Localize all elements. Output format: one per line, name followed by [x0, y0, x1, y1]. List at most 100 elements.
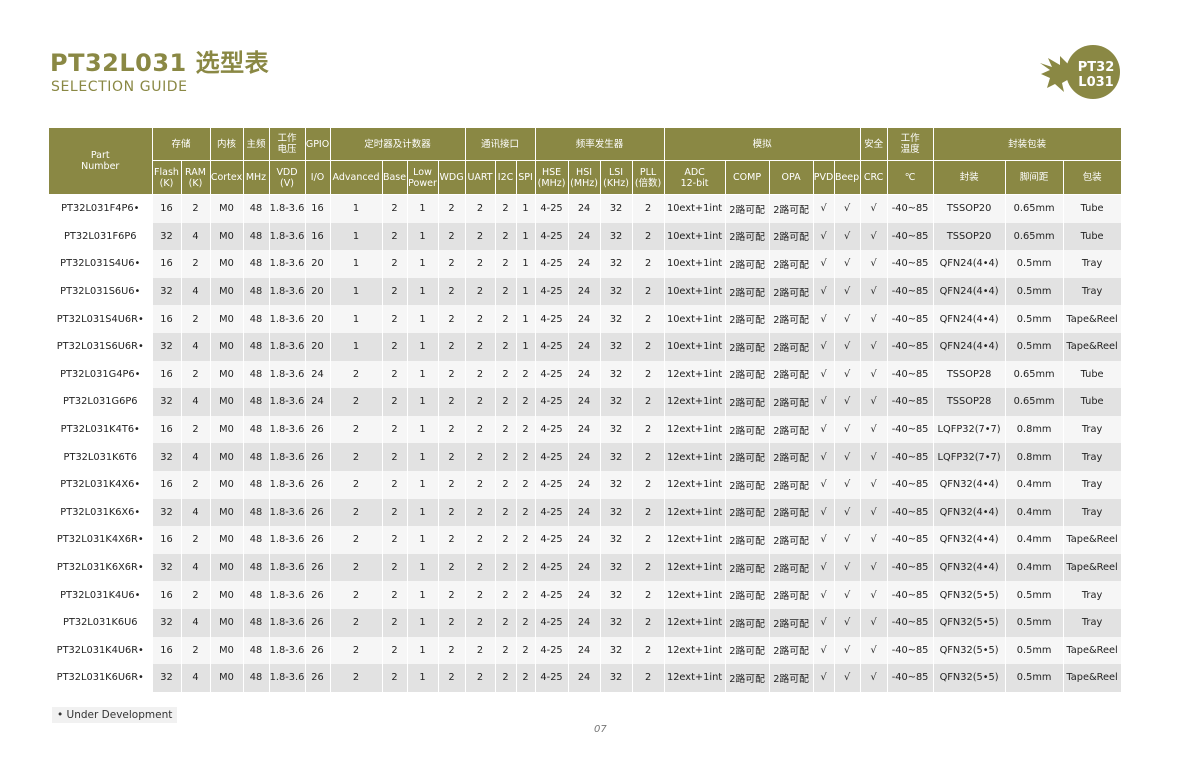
table-cell: √ [834, 581, 861, 609]
table-cell: 1 [407, 388, 439, 416]
table-cell: 32 [600, 194, 633, 223]
column-header-16: PLL (倍数) [632, 160, 665, 195]
table-cell: 2路可配 [725, 277, 770, 306]
table-cell: 2 [465, 360, 496, 389]
table-cell: √ [813, 415, 835, 444]
table-cell: Tray [1063, 470, 1122, 499]
table-cell: 4 [181, 608, 211, 637]
table-cell: √ [860, 194, 888, 223]
table-cell: 10ext+1int [664, 222, 726, 251]
table-cell: 2路可配 [725, 581, 770, 609]
table-cell: 2 [382, 332, 408, 361]
table-cell: 2 [516, 470, 536, 499]
table-cell: 2 [382, 553, 408, 582]
footnote: • Under Development [52, 707, 178, 723]
table-cell: 1.8-3.6 [269, 194, 306, 223]
table-row: PT32L031K4X6R• 16 2 M0 48 1.8-3.6 26 2 2 1 2 2 2 2 4-2… [49, 526, 1122, 554]
table-cell: -40~85 [887, 526, 934, 554]
table-cell: 2 [330, 608, 383, 637]
table-cell: √ [860, 526, 888, 554]
table-cell: 2 [382, 360, 408, 389]
table-cell: 1.8-3.6 [269, 470, 306, 499]
table-cell: M0 [210, 443, 244, 471]
table-cell: 2 [632, 415, 665, 444]
part-number-cell: PT32L031K6X6• [49, 498, 153, 527]
table-cell: 0.5mm [1005, 664, 1064, 692]
table-cell: 16 [152, 581, 182, 609]
table-cell: -40~85 [887, 498, 934, 527]
table-row: PT32L031K6U6 32 4 M0 48 1.8-3.6 26 2 2 1 2 2 2 2 4-25 2… [49, 608, 1122, 637]
table-cell: 2路可配 [769, 415, 814, 444]
table-cell: 0.5mm [1005, 636, 1064, 665]
table-cell: 2路可配 [725, 388, 770, 416]
table-cell: 1.8-3.6 [269, 581, 306, 609]
table-cell: 2路可配 [725, 664, 770, 692]
table-cell: 2 [181, 250, 211, 278]
table-cell: 2 [632, 553, 665, 582]
table-cell: √ [834, 332, 861, 361]
table-cell: 1 [407, 415, 439, 444]
table-cell: √ [860, 608, 888, 637]
table-cell: 2路可配 [725, 553, 770, 582]
table-cell: 4-25 [535, 581, 569, 609]
part-number-cell: PT32L031K6U6R• [49, 664, 153, 692]
table-cell: 4 [181, 553, 211, 582]
table-cell: 2路可配 [725, 194, 770, 223]
table-cell: QFN32(4•4) [933, 553, 1006, 582]
table-cell: 2 [495, 388, 517, 416]
table-cell: 2 [181, 305, 211, 333]
table-cell: 2 [438, 608, 466, 637]
table-cell: QFN24(4•4) [933, 332, 1006, 361]
table-cell: √ [834, 664, 861, 692]
table-cell: 2路可配 [725, 305, 770, 333]
table-cell: Tape&Reel [1063, 553, 1122, 582]
table-cell: 4-25 [535, 415, 569, 444]
table-cell: 2 [438, 332, 466, 361]
table-cell: 2 [438, 194, 466, 223]
table-cell: √ [860, 332, 888, 361]
table-cell: 32 [600, 277, 633, 306]
table-cell: 1 [407, 250, 439, 278]
table-cell: LQFP32(7•7) [933, 443, 1006, 471]
table-cell: -40~85 [887, 443, 934, 471]
table-cell: 1 [407, 498, 439, 527]
table-row: PT32L031G6P6 32 4 M0 48 1.8-3.6 24 2 2 1 2 2 2 2 4-25 2… [49, 388, 1122, 416]
table-header-groups: Part Number 存储 内核 主频 工作 电压 GPIO 定时器及计数器 通讯接口 频率发… [49, 128, 1122, 195]
table-cell: √ [834, 388, 861, 416]
column-header-7: Base [382, 160, 408, 195]
table-cell: 4-25 [535, 498, 569, 527]
table-cell: 2 [438, 581, 466, 609]
table-cell: 2 [632, 194, 665, 223]
table-cell: 10ext+1int [664, 305, 726, 333]
table-cell: 32 [152, 277, 182, 306]
table-row: PT32L031S4U6R• 16 2 M0 48 1.8-3.6 20 1 2 1 2 2 2 1 4-2… [49, 305, 1122, 333]
table-cell: -40~85 [887, 250, 934, 278]
table-cell: M0 [210, 360, 244, 389]
table-cell: QFN24(4•4) [933, 277, 1006, 306]
table-cell: 2 [495, 526, 517, 554]
table-cell: 2 [465, 194, 496, 223]
table-cell: 2 [516, 608, 536, 637]
table-cell: 24 [568, 388, 601, 416]
table-cell: -40~85 [887, 360, 934, 389]
header-group-3: 主频 [243, 128, 270, 161]
table-cell: 4 [181, 664, 211, 692]
table-cell: 48 [243, 305, 270, 333]
table-cell: 2 [632, 636, 665, 665]
table-cell: 2 [516, 526, 536, 554]
table-cell: √ [834, 194, 861, 223]
column-header-1: RAM (K) [181, 160, 211, 195]
part-number-cell: PT32L031K4T6• [49, 415, 153, 444]
table-cell: 32 [600, 222, 633, 251]
table-cell: 2 [438, 498, 466, 527]
column-header-18: COMP [725, 160, 770, 195]
table-cell: 10ext+1int [664, 250, 726, 278]
table-row: PT32L031K4U6R• 16 2 M0 48 1.8-3.6 26 2 2 1 2 2 2 2 4-2… [49, 636, 1122, 665]
table-cell: 2 [465, 305, 496, 333]
table-cell: 2 [516, 664, 536, 692]
table-cell: 12ext+1int [664, 553, 726, 582]
table-cell: 32 [600, 581, 633, 609]
table-cell: 2 [632, 250, 665, 278]
table-cell: 2 [495, 277, 517, 306]
table-cell: √ [834, 498, 861, 527]
